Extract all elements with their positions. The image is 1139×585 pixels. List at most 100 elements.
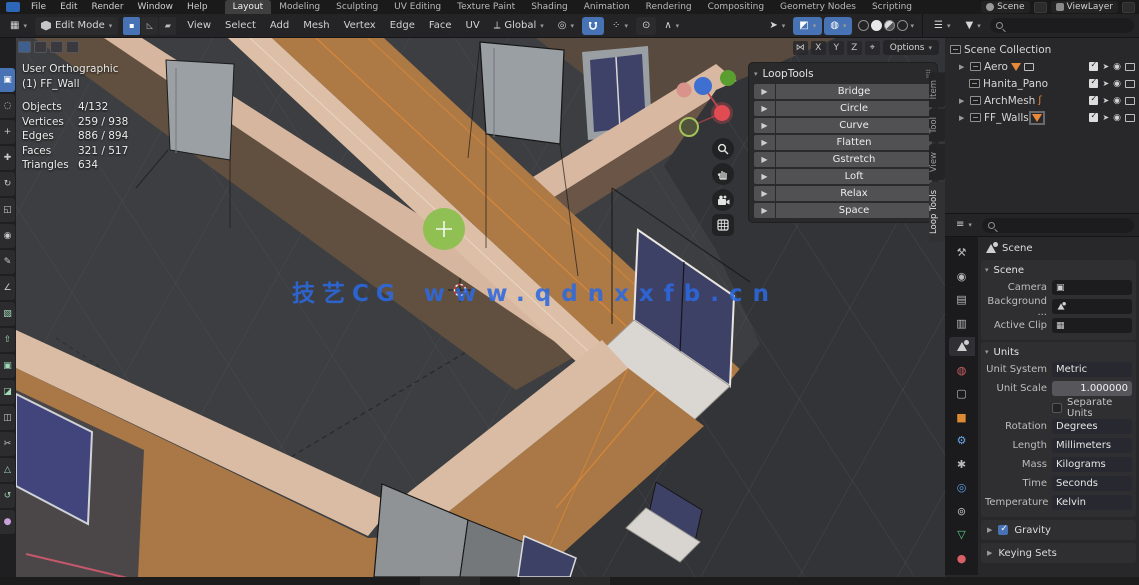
wireframe-shading-button[interactable] bbox=[858, 20, 869, 31]
selectable-icon[interactable]: ➤ bbox=[1102, 96, 1109, 105]
tab-modifier-properties[interactable]: ⚙ bbox=[949, 431, 975, 450]
tab-modeling[interactable]: Modeling bbox=[271, 0, 328, 14]
expand-icon[interactable]: ▶ bbox=[959, 63, 967, 71]
menu-window[interactable]: Window bbox=[131, 0, 181, 14]
snap-toggle[interactable] bbox=[582, 17, 604, 35]
tab-collection-properties[interactable]: ▢ bbox=[949, 384, 975, 403]
gizmo-axis-y-neg[interactable] bbox=[680, 118, 698, 136]
tool-knife[interactable]: ✂ bbox=[0, 432, 15, 456]
pivot-point-dropdown[interactable]: ◎▾ bbox=[552, 17, 580, 35]
length-dropdown[interactable]: Millimeters bbox=[1052, 438, 1132, 453]
tab-texture-paint[interactable]: Texture Paint bbox=[449, 0, 523, 14]
proportional-editing-toggle[interactable]: ⊙ bbox=[636, 17, 656, 35]
select-extend-icon[interactable] bbox=[50, 41, 63, 53]
scene-section-header[interactable]: ▾Scene bbox=[985, 262, 1132, 278]
zoom-button[interactable] bbox=[712, 138, 734, 160]
disable-viewport-icon[interactable] bbox=[1125, 97, 1135, 105]
tab-compositing[interactable]: Compositing bbox=[700, 0, 772, 14]
checkbox-icon[interactable] bbox=[1089, 62, 1098, 71]
panel-collapse-icon[interactable]: ▾ bbox=[754, 70, 758, 78]
keying-sets-section-header[interactable]: ▶ Keying Sets bbox=[981, 543, 1136, 563]
unit-system-dropdown[interactable]: Metric bbox=[1052, 362, 1132, 377]
tool-bevel[interactable]: ◪ bbox=[0, 380, 15, 404]
show-gizmo-dropdown[interactable]: ➤▾ bbox=[763, 17, 791, 35]
viewlayer-selector[interactable]: ViewLayer bbox=[1051, 1, 1118, 13]
tab-viewlayer-properties[interactable]: ▥ bbox=[949, 314, 975, 333]
tab-rendering[interactable]: Rendering bbox=[638, 0, 700, 14]
gizmo-axis-x-neg[interactable] bbox=[677, 83, 692, 98]
tool-scale[interactable]: ◱ bbox=[0, 198, 15, 222]
solid-shading-button[interactable] bbox=[871, 20, 882, 31]
toggle-grid-button[interactable] bbox=[712, 214, 734, 236]
navigation-gizmo[interactable] bbox=[666, 68, 756, 140]
mirror-z-toggle[interactable]: Z bbox=[847, 41, 862, 55]
overlays-dropdown[interactable]: ◩▾ bbox=[793, 17, 822, 35]
mirror-y-toggle[interactable]: Y bbox=[829, 41, 844, 55]
selectable-icon[interactable]: ➤ bbox=[1102, 113, 1109, 122]
loft-expand[interactable]: ▶ bbox=[754, 169, 775, 185]
pan-hand-button[interactable] bbox=[712, 163, 734, 185]
tweak-mode-icon[interactable] bbox=[18, 41, 31, 53]
disable-viewport-icon[interactable] bbox=[1125, 114, 1135, 122]
bridge-expand[interactable]: ▶ bbox=[754, 84, 775, 100]
gizmo-axis-y[interactable] bbox=[720, 70, 736, 86]
sidebar-tab-tool[interactable]: Tool bbox=[929, 109, 945, 142]
tool-select-box[interactable]: ▣ bbox=[0, 68, 15, 92]
tab-tool-properties[interactable]: ⚒ bbox=[949, 243, 975, 262]
expand-icon[interactable]: ▶ bbox=[959, 114, 967, 122]
tool-loop-cut[interactable]: ◫ bbox=[0, 406, 15, 430]
outliner-root-row[interactable]: Scene Collection bbox=[947, 41, 1137, 58]
sidebar-tab-view[interactable]: View bbox=[929, 144, 945, 180]
outliner-filter-dropdown[interactable]: ▼▾ bbox=[959, 17, 986, 35]
tab-sculpting[interactable]: Sculpting bbox=[328, 0, 386, 14]
options-dropdown[interactable]: Options ▾ bbox=[883, 40, 939, 55]
temperature-dropdown[interactable]: Kelvin bbox=[1052, 495, 1132, 510]
tab-geometry-nodes[interactable]: Geometry Nodes bbox=[772, 0, 864, 14]
selectable-icon[interactable]: ➤ bbox=[1102, 62, 1109, 71]
disable-viewport-icon[interactable] bbox=[1125, 63, 1135, 71]
tab-animation[interactable]: Animation bbox=[576, 0, 638, 14]
outliner-row-ff-walls[interactable]: ▶ FF_Walls ➤ ◉ bbox=[947, 109, 1137, 126]
tool-extrude[interactable]: ⇧ bbox=[0, 328, 15, 352]
select-subtract-icon[interactable] bbox=[66, 41, 79, 53]
tab-scene-properties[interactable] bbox=[949, 337, 975, 356]
menu-mesh[interactable]: Mesh bbox=[297, 14, 335, 38]
bridge-button[interactable]: Bridge bbox=[776, 84, 932, 100]
mode-dropdown[interactable]: Edit Mode ▾ bbox=[35, 17, 118, 35]
space-expand[interactable]: ▶ bbox=[754, 203, 775, 219]
tool-measure[interactable]: ∠ bbox=[0, 276, 15, 300]
tool-transform[interactable]: ◉ bbox=[0, 224, 15, 248]
vertex-select-button[interactable]: ▪ bbox=[123, 17, 140, 35]
tab-layout[interactable]: Layout bbox=[225, 0, 272, 14]
hide-eye-icon[interactable]: ◉ bbox=[1113, 96, 1121, 106]
snap-base-icon[interactable]: ⌖ bbox=[865, 41, 880, 55]
tool-inset-faces[interactable]: ▣ bbox=[0, 354, 15, 378]
menu-add[interactable]: Add bbox=[264, 14, 295, 38]
mass-dropdown[interactable]: Kilograms bbox=[1052, 457, 1132, 472]
tab-uv-editing[interactable]: UV Editing bbox=[386, 0, 449, 14]
relax-button[interactable]: Relax bbox=[776, 186, 932, 202]
properties-search-input[interactable] bbox=[982, 218, 1134, 233]
curve-expand[interactable]: ▶ bbox=[754, 118, 775, 134]
remove-viewlayer-button[interactable] bbox=[1122, 2, 1135, 13]
selectable-icon[interactable]: ➤ bbox=[1102, 79, 1109, 88]
xray-toggle[interactable]: ◍▾ bbox=[824, 17, 852, 35]
gstretch-button[interactable]: Gstretch bbox=[776, 152, 932, 168]
time-dropdown[interactable]: Seconds bbox=[1052, 476, 1132, 491]
disable-viewport-icon[interactable] bbox=[1125, 80, 1135, 88]
outliner-search-input[interactable] bbox=[990, 18, 1134, 33]
flatten-button[interactable]: Flatten bbox=[776, 135, 932, 151]
properties-editor-dropdown[interactable]: ≡▾ bbox=[950, 216, 978, 234]
menu-select[interactable]: Select bbox=[219, 14, 262, 38]
active-clip-field[interactable]: ▦ bbox=[1052, 318, 1132, 333]
units-section-header[interactable]: ▾Units bbox=[985, 344, 1132, 360]
menu-face[interactable]: Face bbox=[423, 14, 458, 38]
mirror-x-toggle[interactable]: X bbox=[811, 41, 826, 55]
outliner-row-aero[interactable]: ▶ Aero ➤ ◉ bbox=[947, 58, 1137, 75]
tab-scripting[interactable]: Scripting bbox=[864, 0, 920, 14]
hide-eye-icon[interactable]: ◉ bbox=[1113, 113, 1121, 123]
gizmo-axis-z[interactable] bbox=[694, 77, 712, 95]
sidebar-tab-item[interactable]: Item bbox=[929, 72, 945, 107]
menu-help[interactable]: Help bbox=[180, 0, 215, 14]
tab-object-properties[interactable]: ■ bbox=[949, 408, 975, 427]
